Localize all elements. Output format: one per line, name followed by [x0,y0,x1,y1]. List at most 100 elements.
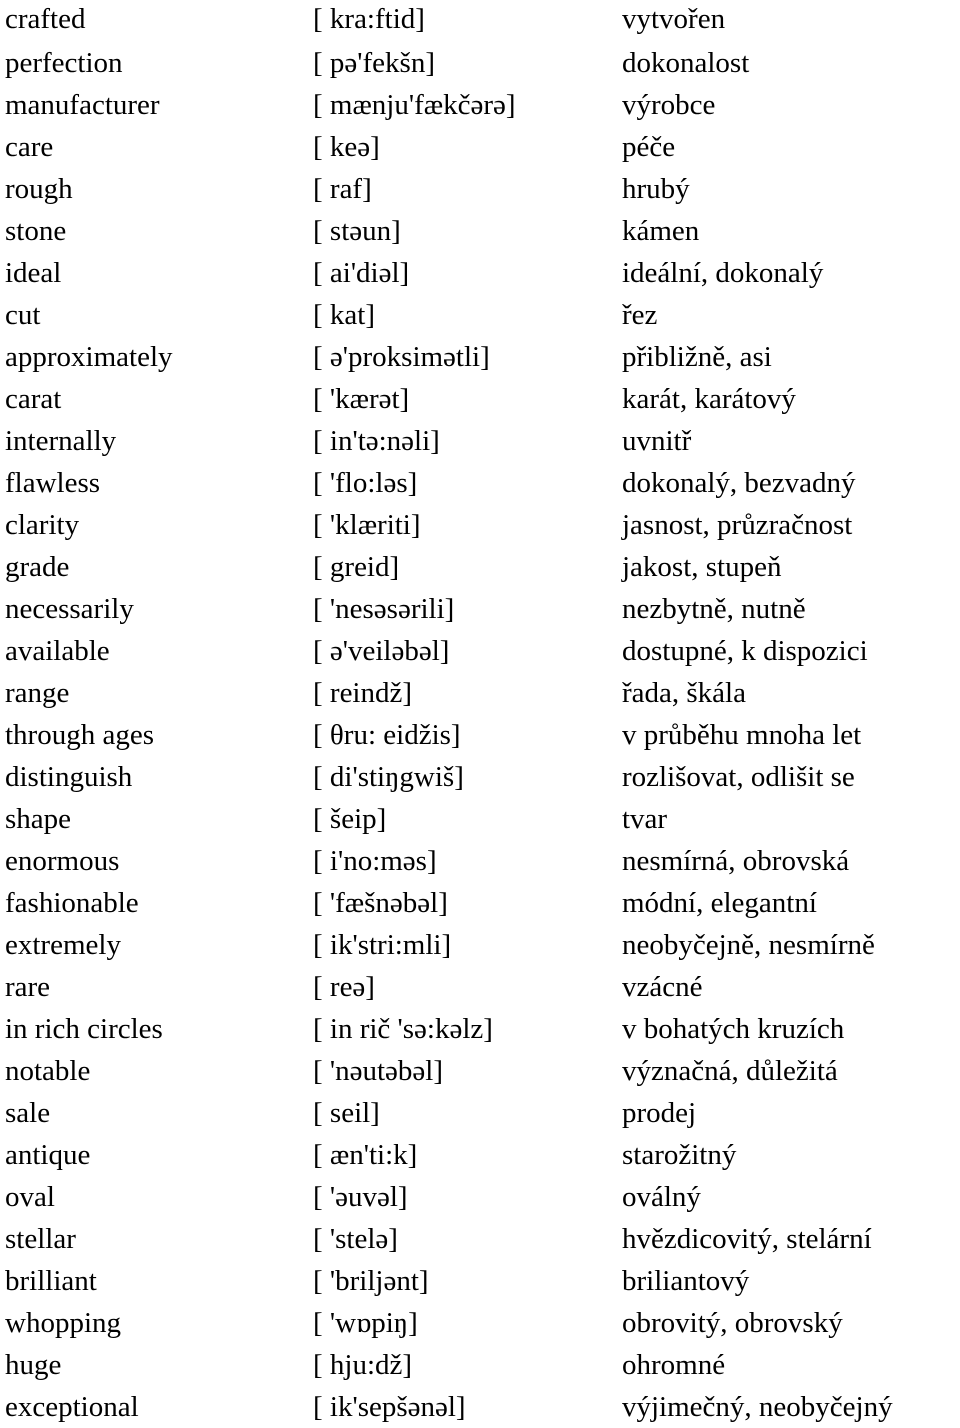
translation-cell: nesmírná, obrovská [622,845,850,877]
vocabulary-row: clarity [ 'klæriti] jasnost, průzračnost [0,504,960,546]
translation-cell: význačná, důležitá [622,1055,838,1087]
translation-cell: karát, karátový [622,383,796,415]
pronunciation-cell: [ 'fæšnəbəl] [313,887,448,919]
pronunciation-cell: [ pə'fekšn] [313,47,435,79]
pronunciation-cell: [ keə] [313,131,380,163]
translation-cell: přibližně, asi [622,341,772,373]
translation-cell: ohromné [622,1349,726,1381]
term-cell: notable [5,1055,91,1087]
pronunciation-cell: [ kra:ftid] [313,3,425,35]
pronunciation-cell: [ šeip] [313,803,387,835]
vocabulary-row: care [ keə] péče [0,126,960,168]
pronunciation-cell: [ in'tə:nəli] [313,425,440,457]
vocabulary-row: stellar [ 'stelə] hvězdicovitý, stelární [0,1218,960,1260]
translation-cell: výjimečný, neobyčejný [622,1391,893,1423]
pronunciation-cell: [ 'stelə] [313,1223,398,1255]
vocabulary-row: enormous [ i'no:məs] nesmírná, obrovská [0,840,960,882]
term-cell: perfection [5,47,123,79]
vocabulary-row: approximately [ ə'proksimətli] přibližně, … [0,336,960,378]
pronunciation-cell: [ i'no:məs] [313,845,437,877]
vocabulary-row: exceptional [ ik'sepšənəl] výjimečný, neob… [0,1386,960,1428]
translation-cell: jasnost, průzračnost [622,509,853,541]
translation-cell: řez [622,299,658,331]
pronunciation-cell: [ 'klæriti] [313,509,421,541]
translation-cell: uvnitř [622,425,692,457]
term-cell: approximately [5,341,173,373]
translation-cell: módní, elegantní [622,887,817,919]
vocabulary-row: in rich circles [ in rič 'sə:kəlz] v bohat… [0,1008,960,1050]
translation-cell: hvězdicovitý, stelární [622,1223,872,1255]
pronunciation-cell: [ stəun] [313,215,401,247]
vocabulary-row: notable [ 'nəutəbəl] význačná, důležitá [0,1050,960,1092]
translation-cell: péče [622,131,676,163]
translation-cell: briliantový [622,1265,750,1297]
translation-cell: dokonalý, bezvadný [622,467,856,499]
vocabulary-row: stone [ stəun] kámen [0,210,960,252]
pronunciation-cell: [ 'nesəsərili] [313,593,455,625]
vocabulary-row: extremely [ ik'stri:mli] neobyčejně, nesmí… [0,924,960,966]
translation-cell: řada, škála [622,677,746,709]
term-cell: antique [5,1139,91,1171]
vocabulary-row: brilliant [ 'briljənt] briliantový [0,1260,960,1302]
translation-cell: nezbytně, nutně [622,593,806,625]
translation-cell: obrovitý, obrovský [622,1307,843,1339]
vocabulary-row: distinguish [ di'stiŋgwiš] rozlišovat, odl… [0,756,960,798]
pronunciation-cell: [ seil] [313,1097,380,1129]
vocabulary-row: rough [ raf] hrubý [0,168,960,210]
term-cell: necessarily [5,593,134,625]
vocabulary-row: through ages [ θru: eidžis] v průběhu mnoh… [0,714,960,756]
term-cell: through ages [5,719,154,751]
translation-cell: oválný [622,1181,701,1213]
translation-cell: starožitný [622,1139,737,1171]
term-cell: rare [5,971,51,1003]
term-cell: in rich circles [5,1013,163,1045]
translation-cell: v průběhu mnoha let [622,719,862,751]
term-cell: range [5,677,70,709]
term-cell: cut [5,299,41,331]
translation-cell: dokonalost [622,47,750,79]
vocabulary-row: carat [ 'kærət] karát, karátový [0,378,960,420]
pronunciation-cell: [ in rič 'sə:kəlz] [313,1013,493,1045]
translation-cell: vzácné [622,971,703,1003]
vocabulary-row: perfection [ pə'fekšn] dokonalost [0,42,960,84]
term-cell: rough [5,173,73,205]
pronunciation-cell: [ ai'diəl] [313,257,410,289]
pronunciation-cell: [ θru: eidžis] [313,719,461,751]
pronunciation-cell: [ 'kærət] [313,383,410,415]
vocabulary-row: oval [ 'əuvəl] oválný [0,1176,960,1218]
term-cell: carat [5,383,62,415]
term-cell: stellar [5,1223,76,1255]
term-cell: ideal [5,257,62,289]
translation-cell: ideální, dokonalý [622,257,824,289]
pronunciation-cell: [ raf] [313,173,372,205]
pronunciation-cell: [ ik'sepšənəl] [313,1391,466,1423]
translation-cell: jakost, stupeň [622,551,782,583]
term-cell: care [5,131,54,163]
term-cell: oval [5,1181,55,1213]
vocabulary-row: shape [ šeip] tvar [0,798,960,840]
term-cell: flawless [5,467,101,499]
vocabulary-row: fashionable [ 'fæšnəbəl] módní, elegantní [0,882,960,924]
pronunciation-cell: [ 'nəutəbəl] [313,1055,444,1087]
pronunciation-cell: [ reindž] [313,677,413,709]
term-cell: grade [5,551,70,583]
vocabulary-row: rare [ reə] vzácné [0,966,960,1008]
vocabulary-row: necessarily [ 'nesəsərili] nezbytně, nutně [0,588,960,630]
term-cell: stone [5,215,67,247]
pronunciation-cell: [ æn'ti:k] [313,1139,418,1171]
pronunciation-cell: [ 'wɒpiŋ] [313,1307,418,1339]
vocabulary-row: crafted [ kra:ftid] vytvořen [0,0,960,42]
term-cell: huge [5,1349,62,1381]
term-cell: shape [5,803,72,835]
pronunciation-cell: [ ə'proksimətli] [313,341,490,373]
pronunciation-cell: [ reə] [313,971,375,1003]
translation-cell: výrobce [622,89,716,121]
pronunciation-cell: [ ə'veiləbəl] [313,635,450,667]
term-cell: brilliant [5,1265,97,1297]
vocabulary-row: internally [ in'tə:nəli] uvnitř [0,420,960,462]
vocabulary-row: whopping [ 'wɒpiŋ] obrovitý, obrovský [0,1302,960,1344]
term-cell: enormous [5,845,120,877]
translation-cell: dostupné, k dispozici [622,635,868,667]
term-cell: whopping [5,1307,121,1339]
translation-cell: vytvořen [622,3,726,35]
